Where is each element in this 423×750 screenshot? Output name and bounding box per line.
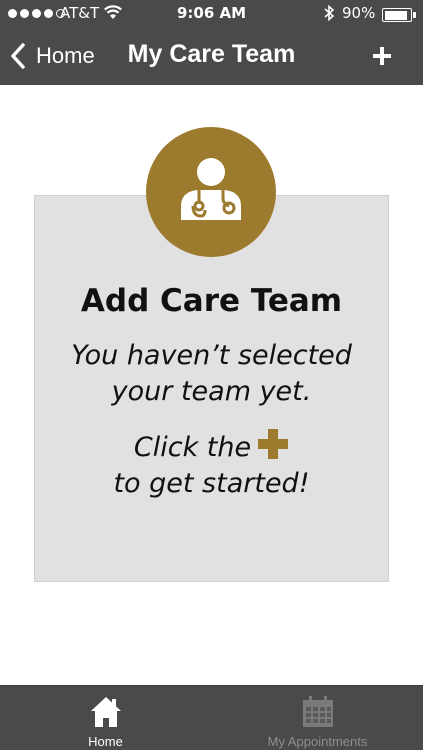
battery-icon <box>382 8 416 22</box>
tab-home[interactable]: Home <box>0 686 211 750</box>
tab-bar: Home My Appointments <box>0 685 423 750</box>
tab-label: Home <box>88 734 123 749</box>
card-subtitle-line: your team yet. <box>111 376 312 407</box>
status-bar: AT&T 9:06 AM 90% <box>0 0 423 28</box>
card-instructions: Click the to get started! <box>34 428 389 502</box>
add-care-team-button[interactable] <box>362 36 402 76</box>
battery-fill <box>384 10 407 20</box>
bluetooth-icon <box>323 4 335 26</box>
page-title: My Care Team <box>127 40 296 68</box>
instruction-line: Click the <box>34 428 389 466</box>
battery-percent: 90% <box>342 4 376 22</box>
doctor-icon <box>181 158 241 220</box>
plus-icon <box>373 47 391 65</box>
tab-label: My Appointments <box>267 734 368 749</box>
card-subtitle-line: You haven’t selected <box>71 340 352 371</box>
plus-icon <box>258 429 289 459</box>
instruction-line: to get started! <box>113 468 310 499</box>
nav-bar: Home My Care Team <box>0 28 423 85</box>
card-title: Add Care Team <box>80 283 343 319</box>
header: AT&T 9:06 AM 90% Home My Care Team <box>0 0 423 85</box>
doctor-badge <box>146 127 276 257</box>
calendar-icon <box>302 696 333 727</box>
tab-my-appointments[interactable]: My Appointments <box>212 686 423 750</box>
card-subtitle: You haven’t selected your team yet. <box>34 338 389 410</box>
instruction-text: Click the <box>133 432 252 463</box>
home-icon <box>90 697 121 727</box>
